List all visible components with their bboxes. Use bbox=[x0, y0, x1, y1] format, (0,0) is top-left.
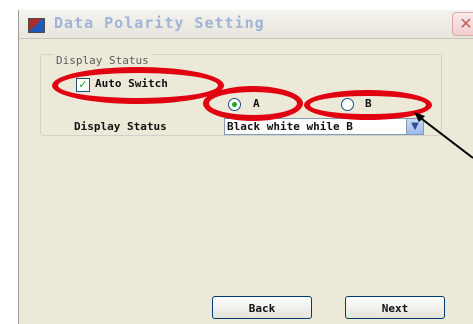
radio-b-label: B bbox=[365, 97, 372, 110]
auto-switch-checkbox[interactable]: ✓ bbox=[76, 78, 90, 92]
auto-switch-label: Auto Switch bbox=[95, 77, 168, 90]
next-button[interactable]: Next bbox=[345, 296, 445, 319]
display-status-label: Display Status bbox=[74, 120, 167, 133]
radio-a[interactable] bbox=[228, 98, 241, 111]
chevron-down-icon[interactable]: ▼ bbox=[406, 119, 423, 134]
app-icon bbox=[28, 18, 45, 33]
title-bar: Data Polarity Setting ✕ bbox=[19, 10, 473, 39]
radio-a-selected-dot bbox=[232, 102, 237, 107]
display-status-value: Black white while B bbox=[227, 120, 353, 133]
radio-a-label: A bbox=[253, 97, 260, 110]
close-icon[interactable]: ✕ bbox=[452, 12, 473, 36]
window-title: Data Polarity Setting bbox=[54, 14, 265, 32]
group-legend: Display Status bbox=[54, 54, 151, 67]
radio-b[interactable] bbox=[341, 98, 354, 111]
back-button[interactable]: Back bbox=[212, 296, 312, 319]
display-status-select[interactable]: Black white while B ▼ bbox=[224, 118, 424, 135]
